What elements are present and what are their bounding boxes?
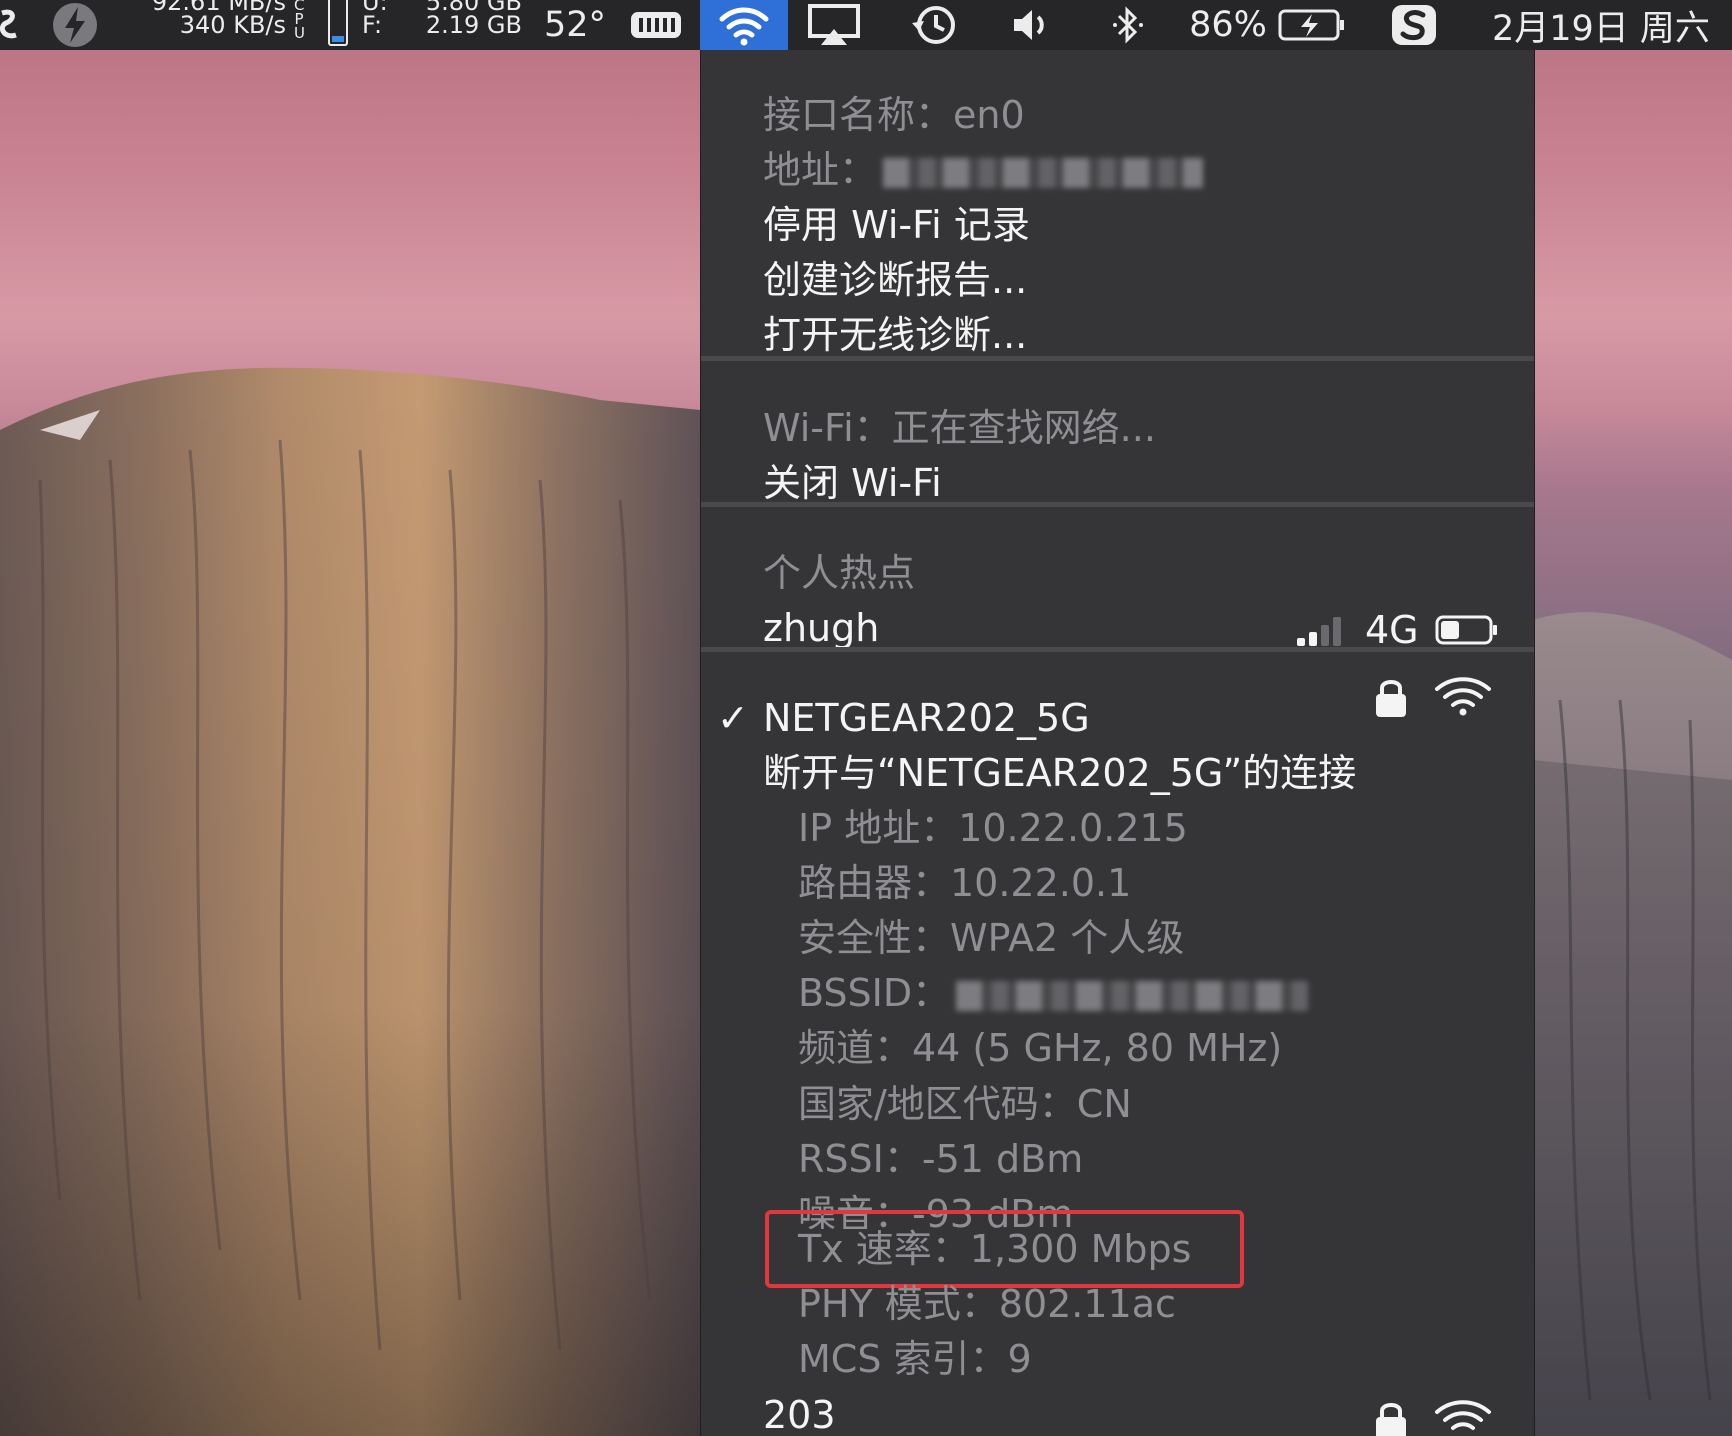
address-row: 地址： — [763, 145, 1204, 195]
open-wireless-diagnostics-item[interactable]: 打开无线诊断... — [763, 310, 1027, 360]
bolt-icon[interactable] — [50, 0, 100, 50]
hotspot-header: 个人热点 — [763, 551, 916, 595]
connected-network-status — [1373, 672, 1493, 722]
app-s-icon[interactable] — [0, 0, 18, 50]
menu-divider — [701, 502, 1534, 507]
interface-name: 接口名称：en0 — [763, 93, 1025, 137]
menu-divider — [701, 647, 1534, 652]
disconnect-item[interactable]: 断开与“NETGEAR202_5G”的连接 — [763, 748, 1356, 798]
detail-country: 国家/地区代码：CN — [798, 1082, 1132, 1126]
checkmark-icon: ✓ — [717, 696, 749, 740]
tx-rate-highlight — [765, 1210, 1244, 1288]
temperature[interactable]: 52° — [532, 0, 618, 50]
lock-icon — [1376, 1403, 1406, 1436]
connected-network-name[interactable]: NETGEAR202_5G — [763, 693, 1090, 743]
detail-bssid: BSSID： — [798, 968, 1309, 1018]
redacted-address — [883, 157, 1204, 188]
bluetooth-icon[interactable] — [1108, 0, 1148, 50]
wifi-strength-icon — [1435, 1400, 1491, 1430]
wifi-strength-icon — [1435, 677, 1491, 716]
wifi-dropdown-menu: 接口名称：en0 地址： 停用 Wi-Fi 记录 创建诊断报告... 打开无线诊… — [700, 50, 1535, 1436]
menubar-date[interactable]: 2月19日 周六 — [1492, 0, 1732, 50]
wifi-icon[interactable] — [700, 0, 788, 50]
detail-mcs-index: MCS 索引：9 — [798, 1337, 1032, 1381]
sogou-input-icon[interactable] — [1388, 0, 1440, 50]
network-speed[interactable]: 92.61 MB/s 340 KB/s — [120, 0, 286, 50]
menu-divider — [701, 356, 1534, 361]
hotspot-network-type: 4G — [1365, 608, 1419, 652]
detail-channel: 频道：44 (5 GHz, 80 MHz) — [798, 1026, 1283, 1070]
address-label: 地址： — [763, 148, 878, 192]
net-up-speed: 340 KB/s — [179, 11, 286, 39]
cpu-label: CPU — [294, 0, 305, 42]
cpu-bar-icon — [328, 0, 348, 46]
detail-router: 路由器：10.22.0.1 — [798, 861, 1132, 905]
wifi-status: Wi-Fi：正在查找网络... — [763, 406, 1156, 450]
memory-values[interactable]: 5.80 GB 2.19 GB — [412, 0, 522, 50]
bssid-label: BSSID： — [798, 971, 951, 1015]
detail-security: 安全性：WPA2 个人级 — [798, 916, 1185, 960]
network-item-203[interactable]: 203 — [763, 1390, 836, 1436]
disable-wifi-logging-item[interactable]: 停用 Wi-Fi 记录 — [763, 200, 1030, 250]
battery-charging-icon[interactable] — [1276, 0, 1348, 50]
lock-icon — [1376, 680, 1406, 717]
airplay-icon[interactable] — [806, 0, 862, 50]
hotspot-battery-icon — [1435, 615, 1497, 645]
menu-bar: 92.61 MB/s 340 KB/s CPU U: F: 5.80 GB 2.… — [0, 0, 1732, 50]
detail-phy-mode: PHY 模式：802.11ac — [798, 1282, 1176, 1326]
redacted-bssid — [956, 980, 1309, 1011]
hotspot-name: zhugh — [763, 606, 880, 650]
detail-rssi: RSSI：-51 dBm — [798, 1137, 1084, 1181]
time-machine-icon[interactable] — [906, 0, 964, 50]
memory-labels: U: F: — [362, 0, 388, 39]
detail-ip: IP 地址：10.22.0.215 — [798, 806, 1188, 850]
hotspot-status: 4G — [1295, 610, 1499, 650]
memory-free: 2.19 GB — [425, 11, 522, 39]
cellular-signal-icon — [1297, 617, 1341, 646]
battery-percent[interactable]: 86% — [1186, 0, 1270, 50]
memory-icon[interactable] — [628, 0, 684, 50]
create-diagnostics-item[interactable]: 创建诊断报告... — [763, 255, 1027, 305]
turn-off-wifi-item[interactable]: 关闭 Wi-Fi — [763, 458, 942, 508]
network-203-status — [1373, 1395, 1493, 1436]
volume-icon[interactable] — [1008, 0, 1056, 50]
